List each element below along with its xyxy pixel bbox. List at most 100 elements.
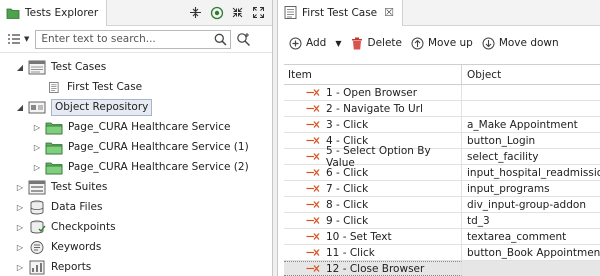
- cell-object[interactable]: button_Login: [462, 133, 600, 148]
- close-icon[interactable]: ☒: [384, 6, 394, 19]
- filter-dropdown-icon[interactable]: ▼: [24, 35, 29, 43]
- tree-item-checkpoints[interactable]: ▷ Checkpoints: [0, 217, 272, 237]
- page-folder-icon: [45, 122, 63, 134]
- step-label: 7 - Click: [326, 182, 369, 195]
- tree-label: Checkpoints: [51, 221, 116, 233]
- tree-item-page-cura-1[interactable]: ▷ Page_CURA Healthcare Service (1): [0, 137, 272, 157]
- add-icon: [289, 37, 302, 50]
- expanded-arrow-icon[interactable]: ◢: [15, 103, 25, 112]
- cell-object[interactable]: input_hospital_readmission: [462, 165, 600, 180]
- explorer-tree: ◢ Test Cases First Test Case ◢ Object Re…: [0, 53, 272, 276]
- move-up-button[interactable]: Move up: [411, 37, 473, 50]
- cell-object[interactable]: [462, 261, 600, 276]
- search-box: [35, 29, 232, 49]
- collapsed-arrow-icon[interactable]: ▷: [32, 143, 42, 152]
- move-up-label: Move up: [428, 37, 473, 49]
- tree-item-page-cura[interactable]: ▷ Page_CURA Healthcare Service: [0, 117, 272, 137]
- link-with-editor-icon[interactable]: [209, 5, 224, 20]
- cell-object[interactable]: td_3: [462, 213, 600, 228]
- minimize-icon[interactable]: [230, 5, 245, 20]
- column-header-item[interactable]: Item: [284, 65, 462, 84]
- table-header: Item Object: [284, 65, 600, 85]
- cell-item[interactable]: 1 - Open Browser: [284, 85, 462, 100]
- first-test-case-tab[interactable]: First Test Case ☒: [278, 0, 404, 26]
- test-cases-folder-icon: [28, 60, 46, 74]
- tree-item-data-files[interactable]: ▷ Data Files: [0, 197, 272, 217]
- cell-item[interactable]: 7 - Click: [284, 181, 462, 196]
- column-header-object[interactable]: Object: [462, 65, 600, 84]
- tree-item-keywords[interactable]: ▷ Keywords: [0, 237, 272, 257]
- tree-item-test-suites[interactable]: ▷ Test Suites: [0, 177, 272, 197]
- tree-item-page-cura-2[interactable]: ▷ Page_CURA Healthcare Service (2): [0, 157, 272, 177]
- cell-item[interactable]: 2 - Navigate To Url: [284, 101, 462, 116]
- table-row[interactable]: 7 - Click input_programs: [284, 181, 600, 197]
- table-row[interactable]: 11 - Click button_Book Appointment: [284, 245, 600, 261]
- table-row[interactable]: 8 - Click div_input-group-addon: [284, 197, 600, 213]
- table-row[interactable]: 9 - Click td_3: [284, 213, 600, 229]
- table-row[interactable]: 10 - Set Text textarea_comment: [284, 229, 600, 245]
- explorer-header-actions: [188, 5, 266, 20]
- cell-object[interactable]: [462, 85, 600, 100]
- expanded-arrow-icon[interactable]: ◢: [15, 63, 25, 72]
- collapsed-arrow-icon[interactable]: ▷: [15, 263, 25, 272]
- step-icon: [306, 185, 320, 192]
- step-icon: [306, 233, 320, 240]
- cell-item[interactable]: 12 - Close Browser: [284, 261, 462, 276]
- tree-item-object-repository[interactable]: ◢ Object Repository: [0, 97, 272, 117]
- cell-item[interactable]: 5 - Select Option By Value: [284, 145, 462, 169]
- cell-item[interactable]: 11 - Click: [284, 245, 462, 260]
- tree-label: Test Suites: [51, 181, 108, 193]
- collapsed-arrow-icon[interactable]: ▷: [32, 123, 42, 132]
- collapse-all-icon[interactable]: [188, 5, 203, 20]
- cell-item[interactable]: 3 - Click: [284, 117, 462, 132]
- table-row[interactable]: 1 - Open Browser: [284, 85, 600, 101]
- cell-object[interactable]: button_Book Appointment: [462, 245, 600, 260]
- tree-label: Test Cases: [51, 61, 107, 73]
- collapsed-arrow-icon[interactable]: ▷: [15, 203, 25, 212]
- collapsed-arrow-icon[interactable]: ▷: [15, 243, 25, 252]
- cell-item[interactable]: 8 - Click: [284, 197, 462, 212]
- add-button[interactable]: Add: [289, 37, 326, 50]
- tree-item-reports[interactable]: ▷ Reports: [0, 257, 272, 276]
- step-label: 10 - Set Text: [326, 230, 392, 243]
- tree-item-first-test-case[interactable]: First Test Case: [0, 77, 272, 97]
- cell-object[interactable]: textarea_comment: [462, 229, 600, 244]
- step-icon: [306, 89, 320, 96]
- search-input[interactable]: [41, 33, 212, 45]
- advanced-search-icon[interactable]: [234, 30, 252, 48]
- delete-button[interactable]: Delete: [351, 37, 402, 50]
- cell-object[interactable]: a_Make Appointment: [462, 117, 600, 132]
- data-files-icon: [30, 200, 44, 214]
- table-row[interactable]: 5 - Select Option By Value select_facilit…: [284, 145, 600, 169]
- step-label: 3 - Click: [326, 118, 369, 131]
- cell-item[interactable]: 9 - Click: [284, 213, 462, 228]
- cell-object[interactable]: [462, 101, 600, 116]
- keywords-icon: [30, 240, 44, 254]
- move-down-button[interactable]: Move down: [482, 37, 559, 50]
- collapsed-arrow-icon[interactable]: ▷: [15, 223, 25, 232]
- table-row[interactable]: 2 - Navigate To Url: [284, 101, 600, 117]
- collapsed-arrow-icon[interactable]: ▷: [15, 183, 25, 192]
- step-label: 2 - Navigate To Url: [326, 102, 423, 115]
- search-icon[interactable]: [211, 31, 229, 48]
- collapsed-arrow-icon[interactable]: ▷: [32, 163, 42, 172]
- page-folder-icon: [45, 162, 63, 174]
- cell-object[interactable]: select_facility: [462, 149, 600, 164]
- tree-item-test-cases[interactable]: ◢ Test Cases: [0, 57, 272, 77]
- arrow-up-icon: [411, 37, 424, 50]
- filter-list-icon[interactable]: [6, 31, 22, 47]
- maximize-icon[interactable]: [251, 5, 266, 20]
- add-dropdown-icon[interactable]: ▼: [335, 39, 341, 48]
- tests-explorer-panel: Tests Explorer ▼ Enter text to search...…: [0, 0, 273, 276]
- cell-item[interactable]: 6 - Click: [284, 165, 462, 180]
- cell-object[interactable]: input_programs: [462, 181, 600, 196]
- table-row[interactable]: 3 - Click a_Make Appointment: [284, 117, 600, 133]
- table-row[interactable]: 6 - Click input_hospital_readmission: [284, 165, 600, 181]
- tests-explorer-tab[interactable]: Tests Explorer: [0, 0, 108, 26]
- table-row[interactable]: 12 - Close Browser: [284, 261, 600, 276]
- cell-item[interactable]: 10 - Set Text: [284, 229, 462, 244]
- cell-object[interactable]: div_input-group-addon: [462, 197, 600, 212]
- tree-label: Data Files: [51, 201, 103, 213]
- page-folder-icon: [45, 142, 63, 154]
- tree-label: Page_CURA Healthcare Service (1): [68, 141, 249, 153]
